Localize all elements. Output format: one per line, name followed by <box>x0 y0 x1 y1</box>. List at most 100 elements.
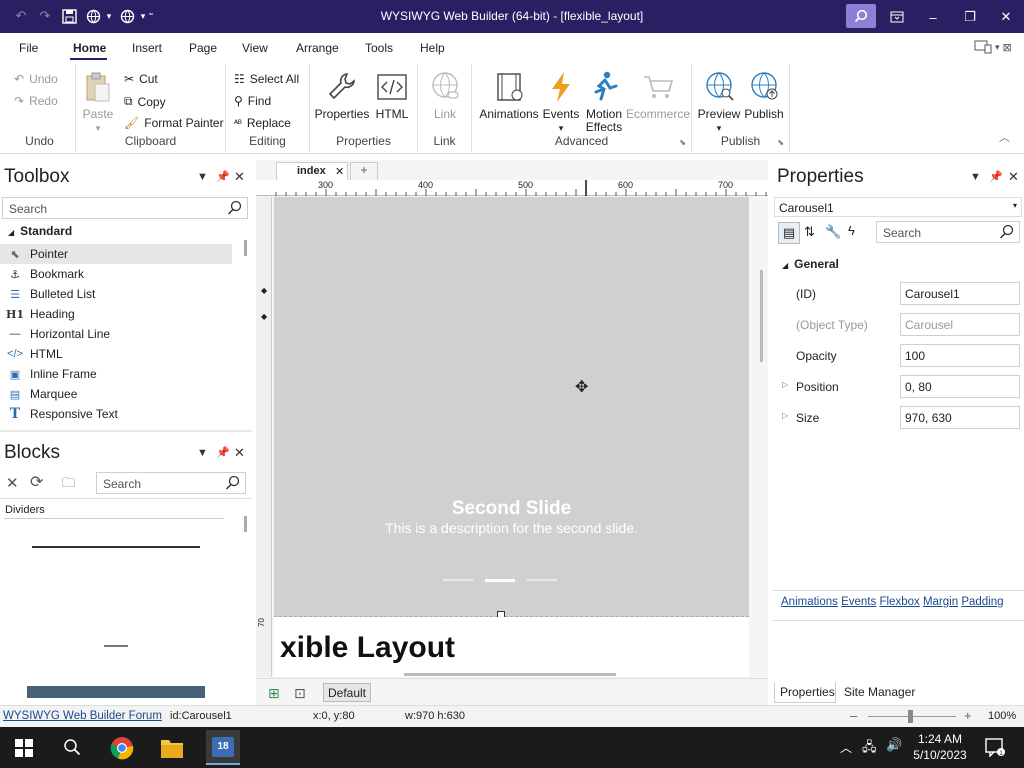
forum-link[interactable]: WYSIWYG Web Builder Forum <box>3 710 162 722</box>
restore-icon[interactable]: ❐ <box>959 6 981 28</box>
menu-tools[interactable]: Tools <box>365 41 393 55</box>
blocks-search-input[interactable]: Search <box>96 472 246 494</box>
vertical-scrollbar[interactable] <box>760 270 763 362</box>
volume-icon[interactable]: 🔊 <box>886 737 902 753</box>
add-tab-button[interactable]: + <box>350 162 378 180</box>
toolbox-item-inline-frame[interactable]: ▣ Inline Frame <box>0 364 232 384</box>
chevron-down-icon[interactable]: ▼ <box>197 447 208 459</box>
properties-section-general[interactable]: ◢ General <box>782 257 839 271</box>
expand-triangle-icon[interactable]: ▷ <box>782 380 788 389</box>
sort-alpha-icon[interactable]: ⇅ <box>804 224 815 240</box>
prop-row-opacity[interactable]: Opacity 100 <box>778 341 1022 369</box>
toolbox-item-html[interactable]: </> HTML <box>0 344 232 364</box>
search-icon[interactable] <box>63 738 81 759</box>
blocks-scrollbar[interactable] <box>244 516 247 532</box>
link-padding[interactable]: Padding <box>961 596 1003 608</box>
events-lightning-icon[interactable]: ϟ <box>848 223 855 238</box>
ecommerce-button[interactable]: Ecommerce <box>626 70 690 121</box>
dialog-launcher-icon[interactable]: ⬊ <box>777 138 784 147</box>
html-button[interactable]: HTML <box>372 70 412 121</box>
tab-index[interactable]: index ✕ <box>276 162 348 180</box>
menu-file[interactable]: File <box>19 41 38 55</box>
link-events[interactable]: Events <box>841 596 876 608</box>
paste-button[interactable]: Paste ▾ <box>80 70 116 135</box>
properties-wrench-icon[interactable]: 🔧 <box>825 224 841 240</box>
format-painter-button[interactable]: 🖌 Format Painter <box>124 116 224 130</box>
search-icon[interactable] <box>846 4 876 28</box>
undo-button[interactable]: ↶ Undo <box>14 72 58 86</box>
animations-button[interactable]: Animations <box>478 70 540 121</box>
prop-row-size[interactable]: ▷ Size 970, 630 <box>778 403 1022 431</box>
horizontal-scrollbar[interactable] <box>404 673 616 676</box>
toolbox-item-horizontal-line[interactable]: — Horizontal Line <box>0 324 232 344</box>
menu-help[interactable]: Help <box>420 41 445 55</box>
guide-marker[interactable]: ◆ <box>261 286 267 295</box>
menu-page[interactable]: Page <box>189 41 217 55</box>
tab-site-manager[interactable]: Site Manager <box>844 685 915 699</box>
categorized-view-icon[interactable]: ▤ <box>778 222 800 244</box>
close-icon[interactable]: ✕ <box>995 6 1017 28</box>
toolbox-scrollbar[interactable] <box>244 240 247 256</box>
divider-block-preview[interactable] <box>104 645 128 647</box>
divider-block-preview[interactable] <box>32 546 200 548</box>
toolbox-item-responsive-text[interactable]: T Responsive Text <box>0 404 232 424</box>
properties-button[interactable]: Properties <box>314 70 370 121</box>
carousel-indicator-2[interactable] <box>485 579 515 582</box>
zoom-in-icon[interactable]: + <box>964 708 972 723</box>
breakpoint-default-button[interactable]: Default <box>323 683 371 702</box>
refresh-icon[interactable]: ⟳ <box>30 472 43 492</box>
toolbox-search-input[interactable]: Search <box>2 197 248 219</box>
close-icon[interactable]: ✕ <box>335 165 344 178</box>
minimize-icon[interactable]: – <box>922 6 944 28</box>
toolbox-item-heading[interactable]: H1 Heading <box>0 304 232 324</box>
link-button[interactable]: Link <box>426 70 464 121</box>
network-icon[interactable]: 🖧 <box>862 738 877 760</box>
menu-insert[interactable]: Insert <box>132 41 162 55</box>
prop-row-id[interactable]: (ID) Carousel1 <box>778 279 1022 307</box>
add-page-icon[interactable]: ⊞ <box>268 685 280 702</box>
pin-icon[interactable]: 📌 <box>989 170 1003 183</box>
replace-button[interactable]: ᴬᴮ Replace <box>234 116 291 130</box>
clock[interactable]: 1:24 AM 5/10/2023 <box>905 731 975 763</box>
toolbox-item-bulleted-list[interactable]: ☰ Bulleted List <box>0 284 232 304</box>
properties-search-input[interactable]: Search <box>876 221 1020 243</box>
link-flexbox[interactable]: Flexbox <box>879 596 919 608</box>
prop-value[interactable]: Carousel1 <box>900 282 1020 305</box>
carousel[interactable]: Second Slide This is a description for t… <box>274 197 749 619</box>
file-explorer-icon[interactable] <box>160 737 184 762</box>
layout-options-icon[interactable]: ▾ ⊠ <box>974 39 1016 55</box>
collapse-ribbon-icon[interactable]: ︿ <box>999 129 1010 145</box>
menu-home[interactable]: Home <box>73 41 106 55</box>
toolbox-category[interactable]: ◢ Standard <box>8 224 72 238</box>
object-selector-dropdown[interactable]: Carousel1 ▾ <box>774 197 1022 217</box>
copy-button[interactable]: ⧉ Copy <box>124 94 166 109</box>
carousel-indicator-1[interactable] <box>443 579 473 581</box>
toolbox-item-marquee[interactable]: ▤ Marquee <box>0 384 232 404</box>
zoom-out-icon[interactable]: – <box>850 708 857 723</box>
windows-start-icon[interactable] <box>15 739 33 760</box>
pin-icon[interactable]: 📌 <box>216 170 230 183</box>
notifications-icon[interactable]: 1 <box>985 737 1005 760</box>
divider-block-preview[interactable] <box>27 686 205 698</box>
toolbox-item-bookmark[interactable]: ⚓ Bookmark <box>0 264 232 284</box>
find-button[interactable]: ⚲ Find <box>234 94 271 108</box>
toolbox-item-pointer[interactable]: ⬉ Pointer <box>0 244 232 264</box>
events-button[interactable]: Events ▾ <box>542 70 580 135</box>
prop-value[interactable]: 0, 80 <box>900 375 1020 398</box>
page-heading[interactable]: xible Layout <box>280 631 455 665</box>
zoom-slider-thumb[interactable] <box>908 710 913 723</box>
close-icon[interactable]: ✕ <box>1008 169 1019 185</box>
ribbon-display-icon[interactable] <box>886 6 908 28</box>
link-margin[interactable]: Margin <box>923 596 958 608</box>
link-animations[interactable]: Animations <box>781 596 838 608</box>
carousel-indicator-3[interactable] <box>527 579 557 581</box>
menu-view[interactable]: View <box>242 41 268 55</box>
guide-marker[interactable]: ◆ <box>261 312 267 321</box>
redo-button[interactable]: ↷ Redo <box>14 94 58 108</box>
expand-triangle-icon[interactable]: ▷ <box>782 411 788 420</box>
tray-chevron-up-icon[interactable]: ︿ <box>840 739 852 756</box>
dialog-launcher-icon[interactable]: ⬊ <box>679 138 686 147</box>
folder-icon[interactable]: 🗀 <box>62 474 75 496</box>
publish-button[interactable]: Publish <box>742 70 786 121</box>
chrome-icon[interactable] <box>110 736 134 763</box>
